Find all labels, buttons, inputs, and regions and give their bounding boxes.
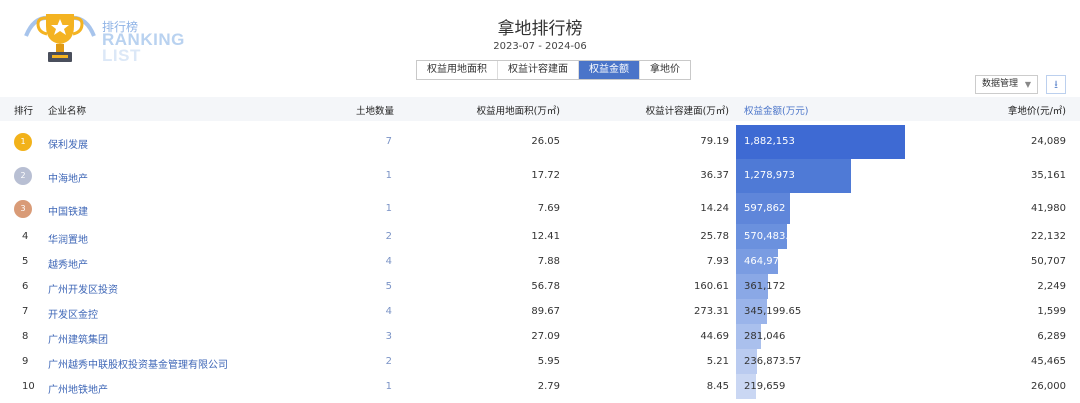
land-price-value: 24,089 (1031, 136, 1066, 147)
land-area-value: 7.69 (537, 203, 560, 214)
amount-value: 281,046 (744, 331, 786, 342)
land-area-value: 2.79 (537, 381, 560, 392)
rank-number: 4 (22, 231, 29, 242)
download-button[interactable]: ⭳ (1046, 75, 1066, 94)
download-icon: ⭳ (1054, 78, 1058, 91)
land-price-value: 45,465 (1031, 356, 1066, 367)
land-count[interactable]: 2 (380, 231, 392, 242)
building-area-value: 14.24 (700, 203, 729, 214)
table-row: 9 广州越秀中联股权投资基金管理有限公司 2 5.95 5.21 236,873.57 45… (0, 349, 1080, 374)
data-manage-select[interactable]: 数据管理 ▼ (975, 75, 1038, 94)
col-rank: 排行 (14, 106, 34, 117)
amount-value: 1,278,973 (744, 170, 795, 181)
company-name-link[interactable]: 保利发展 (48, 136, 88, 151)
land-count[interactable]: 7 (380, 136, 392, 147)
company-name-link[interactable]: 广州越秀中联股权投资基金管理有限公司 (48, 356, 228, 371)
table-row: 1 保利发展 7 26.05 79.19 1,882,153 24,089 (0, 125, 1080, 159)
rank-number: 6 (22, 281, 29, 292)
land-price-value: 22,132 (1031, 231, 1066, 242)
land-count[interactable]: 2 (380, 356, 392, 367)
amount-value: 361,172 (744, 281, 786, 292)
tab-land-area[interactable]: 权益用地面积 (417, 61, 498, 79)
building-area-value: 79.19 (700, 136, 729, 147)
land-area-value: 12.41 (531, 231, 560, 242)
land-area-value: 5.95 (537, 356, 560, 367)
company-name-link[interactable]: 华润置地 (48, 231, 88, 246)
table-row: 10 广州地铁地产 1 2.79 8.45 219,659 26,000 (0, 374, 1080, 399)
table-row: 8 广州建筑集团 3 27.09 44.69 281,046 6,289 (0, 324, 1080, 349)
table-row: 4 华润置地 2 12.41 25.78 570,483.9 22,132 (0, 224, 1080, 249)
page-title: 拿地排行榜 (497, 19, 583, 39)
land-price-value: 50,707 (1031, 256, 1066, 267)
company-name-link[interactable]: 广州开发区投资 (48, 281, 118, 296)
table-row: 5 越秀地产 4 7.88 7.93 464,971.24 50,707 (0, 249, 1080, 274)
col-build[interactable]: 权益计容建面(万㎡) (620, 103, 729, 117)
medal-icon: 3 (14, 200, 32, 218)
col-amount[interactable]: 权益金额(万元) (744, 103, 808, 117)
col-area[interactable]: 权益用地面积(万㎡) (470, 103, 560, 117)
building-area-value: 160.61 (694, 281, 729, 292)
amount-value: 219,659 (744, 381, 786, 392)
rank-number: 9 (22, 356, 29, 367)
building-area-value: 25.78 (700, 231, 729, 242)
tab-amount[interactable]: 权益金额 (579, 61, 640, 79)
land-price-value: 35,161 (1031, 170, 1066, 181)
land-count[interactable]: 3 (380, 331, 392, 342)
land-price-value: 1,599 (1037, 306, 1066, 317)
land-area-value: 89.67 (531, 306, 560, 317)
medal-icon: 2 (14, 167, 32, 185)
land-count[interactable]: 4 (380, 256, 392, 267)
land-price-value: 41,980 (1031, 203, 1066, 214)
rank-number: 7 (22, 306, 29, 317)
land-price-value: 2,249 (1037, 281, 1066, 292)
land-count[interactable]: 1 (380, 381, 392, 392)
col-name: 企业名称 (48, 106, 87, 117)
land-count[interactable]: 5 (380, 281, 392, 292)
amount-value: 464,971.24 (744, 256, 802, 267)
company-name-link[interactable]: 广州建筑集团 (48, 331, 108, 346)
building-area-value: 7.93 (706, 256, 729, 267)
amount-value: 345,199.65 (744, 306, 802, 317)
col-price[interactable]: 拿地价(元/㎡) (980, 103, 1066, 117)
land-area-value: 26.05 (531, 136, 560, 147)
amount-value: 597,862 (744, 203, 786, 214)
table-header: 排行 企业名称 土地数量 权益用地面积(万㎡) 权益计容建面(万㎡) 权益金额(… (0, 97, 1080, 121)
metric-tabs: 权益用地面积 权益计容建面 权益金额 拿地价 (416, 60, 691, 80)
company-name-link[interactable]: 广州地铁地产 (48, 381, 108, 396)
land-price-value: 6,289 (1037, 331, 1066, 342)
company-name-link[interactable]: 中国铁建 (48, 203, 88, 218)
chevron-down-icon: ▼ (1024, 80, 1031, 89)
col-count[interactable]: 土地数量 (356, 103, 394, 117)
amount-value: 570,483.9 (744, 231, 795, 242)
rank-number: 5 (22, 256, 29, 267)
table-row: 3 中国铁建 1 7.69 14.24 597,862 41,980 (0, 193, 1080, 224)
company-name-link[interactable]: 越秀地产 (48, 256, 88, 271)
company-name-link[interactable]: 中海地产 (48, 170, 88, 185)
land-area-value: 27.09 (531, 331, 560, 342)
building-area-value: 5.21 (706, 356, 729, 367)
building-area-value: 273.31 (694, 306, 729, 317)
tab-building-area[interactable]: 权益计容建面 (498, 61, 579, 79)
table-row: 2 中海地产 1 17.72 36.37 1,278,973 35,161 (0, 159, 1080, 193)
date-range: 2023-07 - 2024-06 (493, 41, 587, 52)
land-count[interactable]: 1 (380, 170, 392, 181)
rank-number: 8 (22, 331, 29, 342)
building-area-value: 44.69 (700, 331, 729, 342)
medal-icon: 1 (14, 133, 32, 151)
land-price-value: 26,000 (1031, 381, 1066, 392)
tab-land-price[interactable]: 拿地价 (640, 61, 690, 79)
building-area-value: 8.45 (706, 381, 729, 392)
land-area-value: 17.72 (531, 170, 560, 181)
land-area-value: 56.78 (531, 281, 560, 292)
amount-value: 1,882,153 (744, 136, 795, 147)
company-name-link[interactable]: 开发区金控 (48, 306, 98, 321)
land-count[interactable]: 4 (380, 306, 392, 317)
table-row: 7 开发区金控 4 89.67 273.31 345,199.65 1,599 (0, 299, 1080, 324)
rank-number: 10 (22, 381, 35, 392)
amount-value: 236,873.57 (744, 356, 802, 367)
land-count[interactable]: 1 (380, 203, 392, 214)
building-area-value: 36.37 (700, 170, 729, 181)
land-area-value: 7.88 (537, 256, 560, 267)
table-row: 6 广州开发区投资 5 56.78 160.61 361,172 2,249 (0, 274, 1080, 299)
